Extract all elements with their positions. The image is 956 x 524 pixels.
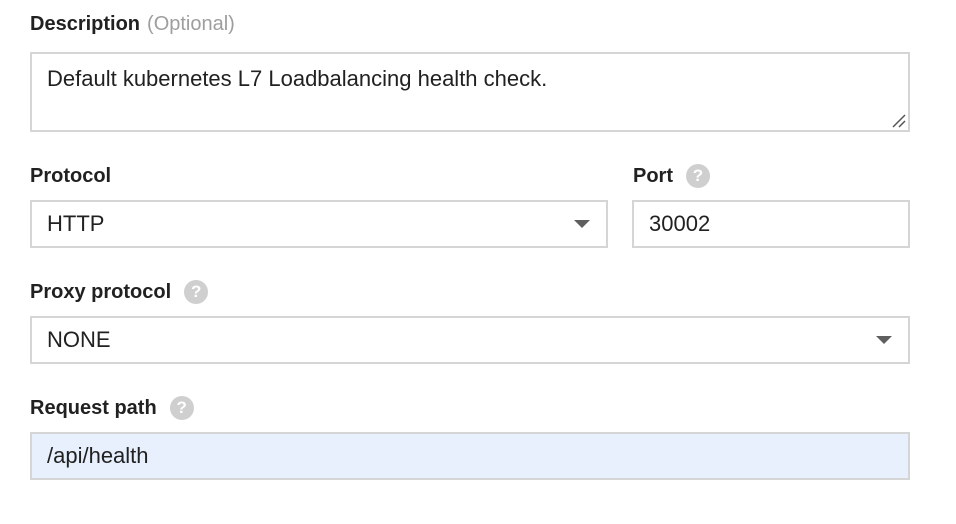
optional-hint: (Optional) <box>147 13 235 35</box>
protocol-label-text: Protocol <box>30 165 112 187</box>
help-icon[interactable]: ? <box>169 396 194 420</box>
proxy-protocol-label: Proxy protocol ? <box>30 280 209 304</box>
proxy-protocol-select[interactable]: NONE <box>30 316 910 364</box>
request-path-label: Request path ? <box>30 396 194 420</box>
proxy-protocol-value: NONE <box>47 327 111 352</box>
request-path-value: /api/health <box>47 443 149 468</box>
request-path-label-text: Request path <box>30 397 157 419</box>
port-label: Port ? <box>633 164 710 188</box>
chevron-down-icon <box>574 220 590 228</box>
help-icon[interactable]: ? <box>184 280 209 304</box>
protocol-select[interactable]: HTTP <box>30 200 608 248</box>
port-label-text: Port <box>633 165 673 187</box>
description-textarea[interactable]: Default kubernetes L7 Loadbalancing heal… <box>30 52 910 132</box>
chevron-down-icon <box>876 336 892 344</box>
protocol-label: Protocol <box>30 164 111 188</box>
description-label: Description (Optional) <box>30 12 235 36</box>
port-value: 30002 <box>649 211 711 236</box>
resize-handle-icon[interactable] <box>890 112 906 128</box>
port-input[interactable]: 30002 <box>632 200 910 248</box>
protocol-value: HTTP <box>47 211 105 236</box>
description-value: Default kubernetes L7 Loadbalancing heal… <box>47 66 548 91</box>
help-icon[interactable]: ? <box>686 164 710 188</box>
request-path-input[interactable]: /api/health <box>30 432 910 480</box>
description-label-text: Description <box>30 13 141 35</box>
proxy-protocol-label-text: Proxy protocol <box>30 281 172 303</box>
